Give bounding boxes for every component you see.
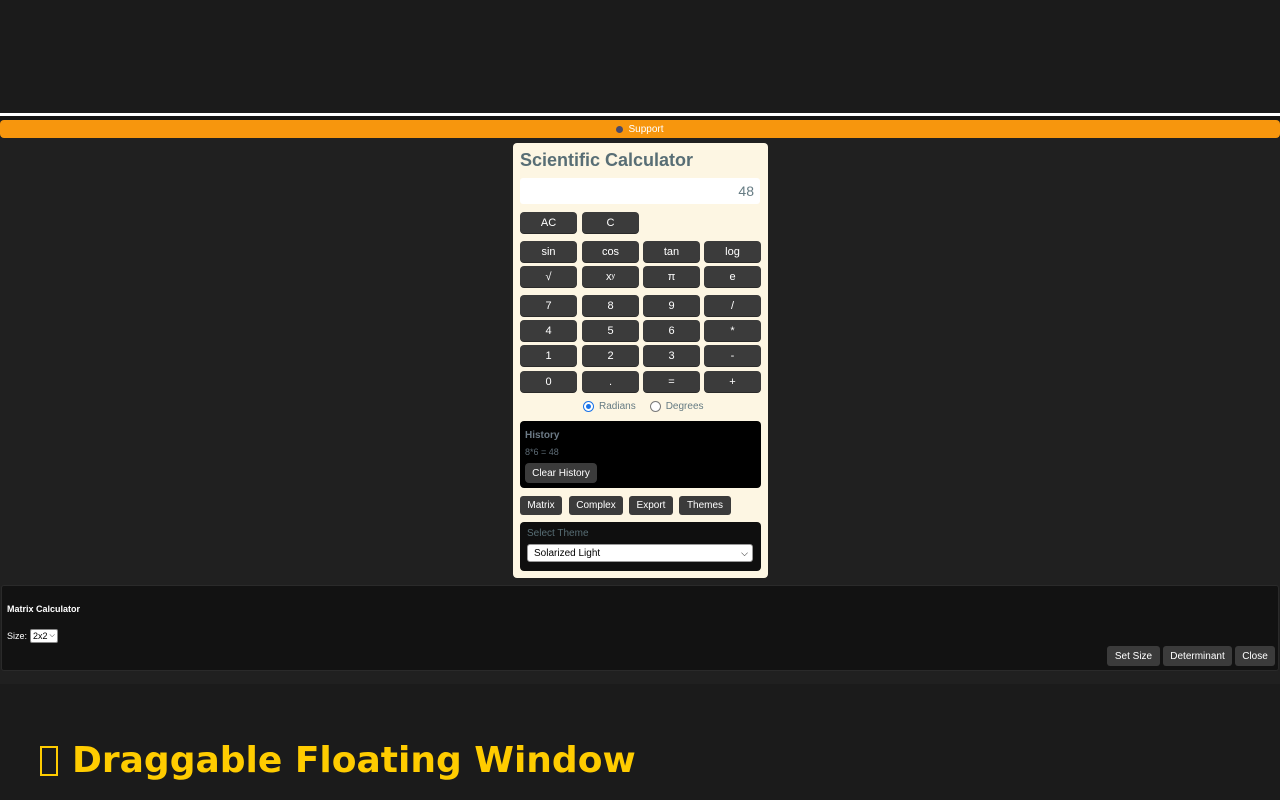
tan-button[interactable]: tan: [643, 241, 700, 262]
matrix-size-label: Size:: [7, 631, 28, 641]
degrees-label: Degrees: [665, 401, 704, 412]
key-9[interactable]: 9: [643, 295, 700, 316]
support-label: Support: [628, 123, 664, 135]
key-subtract[interactable]: -: [704, 345, 761, 366]
key-6[interactable]: 6: [643, 320, 700, 341]
calculator-window[interactable]: Scientific Calculator 48 AC C sin cos ta…: [513, 143, 768, 578]
sin-button[interactable]: sin: [520, 241, 577, 262]
history-panel: History 8*6 = 48 Clear History: [520, 421, 761, 488]
key-7[interactable]: 7: [520, 295, 577, 316]
key-multiply[interactable]: *: [704, 320, 761, 341]
set-size-button[interactable]: Set Size: [1107, 646, 1160, 666]
key-1[interactable]: 1: [520, 345, 577, 366]
theme-panel: Select Theme Solarized Light ⌵: [520, 522, 761, 571]
clear-button[interactable]: C: [582, 212, 639, 233]
key-4[interactable]: 4: [520, 320, 577, 341]
calculator-title: Scientific Calculator: [520, 150, 694, 170]
support-bar[interactable]: Support: [0, 120, 1280, 138]
export-button[interactable]: Export: [629, 496, 673, 515]
radians-radio[interactable]: [583, 401, 594, 412]
theme-select[interactable]: Solarized Light ⌵: [527, 544, 753, 562]
key-equals[interactable]: =: [643, 371, 700, 392]
close-button[interactable]: Close: [1235, 646, 1275, 666]
determinant-button[interactable]: Determinant: [1163, 646, 1232, 666]
complex-button[interactable]: Complex: [569, 496, 623, 515]
key-3[interactable]: 3: [643, 345, 700, 366]
matrix-calculator-panel: Matrix Calculator Size: 2x2 ⌵ Set Size D…: [1, 585, 1279, 671]
globe-icon: [616, 125, 624, 133]
theme-label: Select Theme: [527, 528, 589, 539]
clear-history-button[interactable]: Clear History: [525, 463, 597, 483]
sqrt-button[interactable]: √: [520, 266, 577, 287]
key-add[interactable]: +: [704, 371, 761, 392]
key-5[interactable]: 5: [582, 320, 639, 341]
angle-mode-group: Radians Degrees: [583, 401, 704, 412]
themes-button[interactable]: Themes: [679, 496, 731, 515]
key-0[interactable]: 0: [520, 371, 577, 392]
top-band: [0, 0, 1280, 113]
radians-label: Radians: [599, 401, 636, 412]
history-title: History: [525, 430, 560, 441]
matrix-size-select[interactable]: 2x2 ⌵: [30, 629, 58, 643]
degrees-radio[interactable]: [649, 401, 661, 412]
page-heading: Draggable Floating Window: [40, 740, 636, 781]
e-button[interactable]: e: [704, 266, 761, 287]
key-divide[interactable]: /: [704, 295, 761, 316]
log-button[interactable]: log: [704, 241, 761, 262]
calculator-display: 48: [520, 178, 760, 204]
pi-button[interactable]: π: [643, 266, 700, 287]
key-2[interactable]: 2: [582, 345, 639, 366]
key-decimal[interactable]: .: [582, 371, 639, 392]
key-8[interactable]: 8: [582, 295, 639, 316]
matrix-size-value: 2x2: [33, 631, 48, 641]
cos-button[interactable]: cos: [582, 241, 639, 262]
power-exponent: y: [611, 273, 616, 280]
matrix-title: Matrix Calculator: [7, 604, 81, 614]
chevron-down-icon: ⌵: [49, 632, 55, 639]
matrix-button[interactable]: Matrix: [520, 496, 562, 515]
matrix-size-row: Size: 2x2 ⌵: [7, 629, 58, 643]
page-heading-text: Draggable Floating Window: [72, 740, 636, 781]
history-entry: 8*6 = 48: [525, 447, 559, 457]
ac-button[interactable]: AC: [520, 212, 577, 233]
window-icon: [40, 746, 58, 776]
power-button[interactable]: xy: [582, 266, 639, 287]
theme-select-value: Solarized Light: [534, 547, 601, 559]
chevron-down-icon: ⌵: [741, 548, 748, 558]
